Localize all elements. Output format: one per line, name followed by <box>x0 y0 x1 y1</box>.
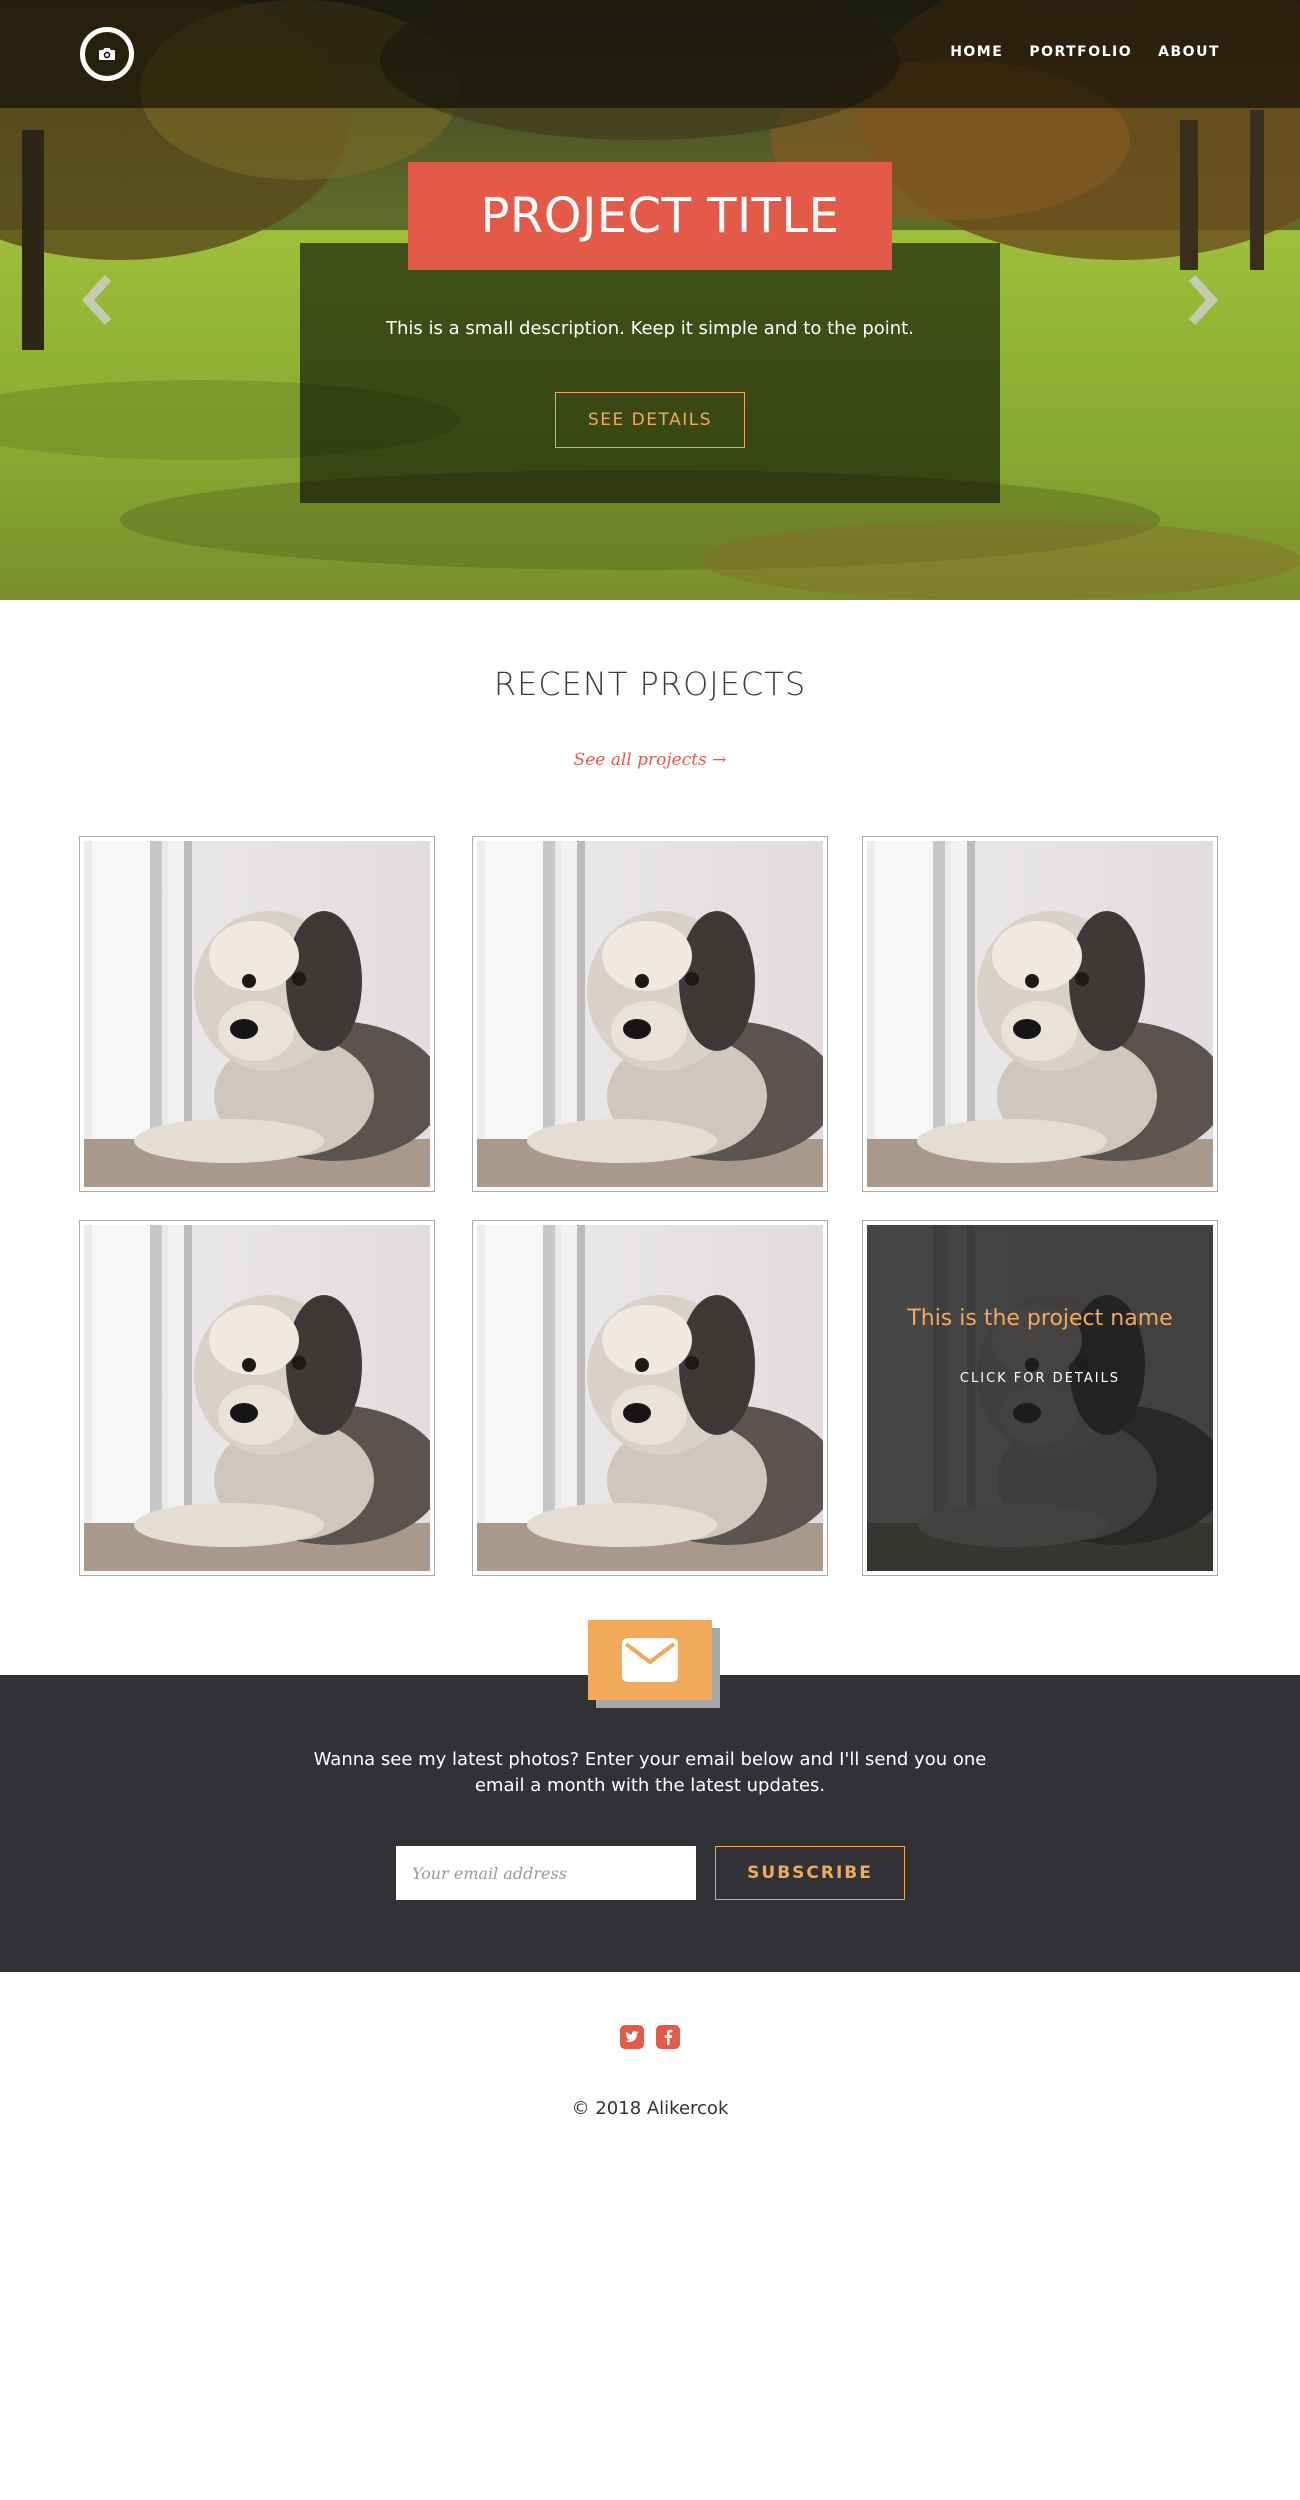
nav-about[interactable]: ABOUT <box>1158 44 1220 60</box>
slider-prev-button[interactable] <box>78 270 118 330</box>
hero-title-banner: PROJECT TITLE <box>408 162 892 270</box>
nav-portfolio[interactable]: PORTFOLIO <box>1029 44 1132 60</box>
see-details-button[interactable]: SEE DETAILS <box>555 392 745 448</box>
newsletter-text: Wanna see my latest photos? Enter your e… <box>313 1749 987 1796</box>
hero-description: This is a small description. Keep it sim… <box>386 318 914 339</box>
see-all-projects-link[interactable]: See all projects → <box>0 750 1300 770</box>
chevron-left-icon <box>81 274 112 326</box>
twitter-icon <box>625 2031 639 2043</box>
logo[interactable] <box>80 27 134 81</box>
project-tile[interactable] <box>79 1220 435 1576</box>
project-image <box>477 841 823 1187</box>
facebook-icon <box>664 2029 673 2045</box>
envelope-badge <box>588 1620 712 1700</box>
newsletter-section <box>0 1675 1300 1972</box>
hero-caption-panel <box>300 243 1000 503</box>
hero-slider: HOME PORTFOLIO ABOUT PROJECT TITLE This … <box>0 0 1300 600</box>
project-hover-overlay <box>867 1225 1213 1571</box>
project-image <box>84 841 430 1187</box>
project-tile[interactable] <box>79 836 435 1192</box>
project-tile[interactable] <box>862 836 1218 1192</box>
chevron-right-icon <box>1188 274 1219 326</box>
email-input[interactable] <box>396 1846 696 1900</box>
envelope-icon <box>622 1638 678 1682</box>
camera-icon <box>99 48 115 60</box>
twitter-link[interactable] <box>620 2025 644 2049</box>
project-name: This is the project name <box>907 1306 1173 1331</box>
project-details-link[interactable]: CLICK FOR DETAILS <box>867 1371 1213 1386</box>
hero-title: PROJECT TITLE <box>480 188 840 244</box>
project-tile[interactable] <box>472 1220 828 1576</box>
slider-next-button[interactable] <box>1182 270 1222 330</box>
project-image <box>84 1225 430 1571</box>
subscribe-button[interactable]: SUBSCRIBE <box>715 1846 905 1900</box>
project-tile[interactable]: This is the project name CLICK FOR DETAIL… <box>862 1220 1218 1576</box>
copyright: © 2018 Alikercok <box>571 2098 729 2119</box>
recent-projects-heading: RECENT PROJECTS <box>493 665 807 703</box>
nav-home[interactable]: HOME <box>950 44 1003 60</box>
project-image <box>477 1225 823 1571</box>
project-image <box>867 841 1213 1187</box>
main-nav: HOME PORTFOLIO ABOUT <box>950 44 1220 60</box>
facebook-link[interactable] <box>656 2025 680 2049</box>
project-tile[interactable] <box>472 836 828 1192</box>
navbar: HOME PORTFOLIO ABOUT <box>0 0 1300 108</box>
